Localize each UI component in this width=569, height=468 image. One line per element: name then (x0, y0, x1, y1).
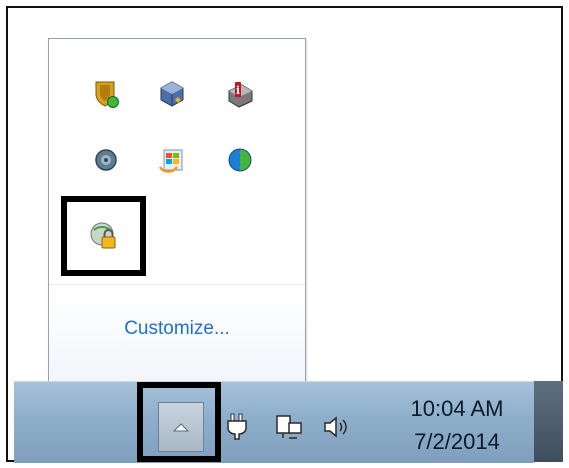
system-clock[interactable]: 10:04 AM 7/2/2014 (388, 392, 526, 458)
show-hidden-icons-button[interactable] (158, 402, 204, 452)
show-desktop-button[interactable] (534, 381, 563, 462)
clock-time: 10:04 AM (410, 396, 504, 421)
disc-gear-icon[interactable] (89, 143, 123, 177)
chevron-up-icon (172, 423, 190, 432)
security-shield-icon[interactable] (89, 77, 123, 111)
volume-icon[interactable] (322, 411, 352, 443)
power-plug-icon[interactable] (222, 411, 252, 443)
network-icon[interactable] (274, 411, 304, 443)
windows-update-icon[interactable] (155, 143, 189, 177)
notification-area-flyout: i Customize... (48, 38, 306, 381)
virtualbox-icon[interactable] (155, 77, 189, 111)
clock-date: 7/2/2014 (414, 429, 500, 454)
flyout-footer: Customize... (49, 284, 305, 381)
info-toolbox-icon[interactable]: i (223, 77, 257, 111)
flyout-icons-area: i (49, 39, 305, 284)
globe-icon[interactable] (223, 143, 257, 177)
customize-link[interactable]: Customize... (49, 318, 305, 340)
svg-text:i: i (236, 84, 240, 97)
vpn-lock-icon[interactable] (87, 219, 121, 253)
